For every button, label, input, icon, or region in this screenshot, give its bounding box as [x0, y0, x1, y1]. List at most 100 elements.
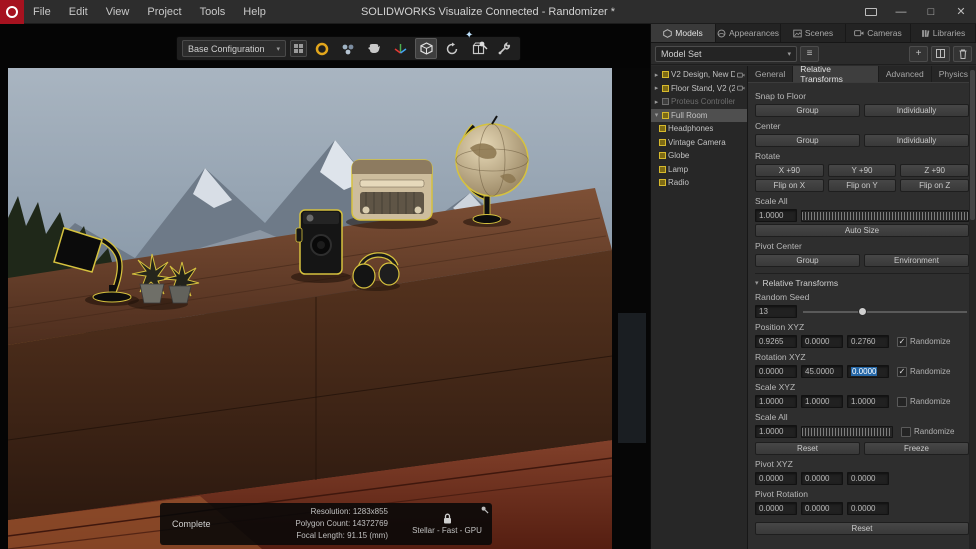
minimize-button[interactable]: —: [886, 0, 916, 24]
tab-cameras[interactable]: Cameras: [846, 24, 911, 42]
denoiser-button[interactable]: [337, 38, 359, 59]
collapse-arrow-icon[interactable]: ▾: [653, 111, 660, 119]
menu-view[interactable]: View: [97, 0, 139, 24]
pivot-environment-button[interactable]: Environment: [864, 254, 969, 267]
snap-group-button[interactable]: Group: [755, 104, 860, 117]
scale-z-input[interactable]: 1.0000: [847, 395, 889, 408]
relative-transforms-header[interactable]: ▾ Relative Transforms: [755, 278, 969, 288]
rotation-y-input[interactable]: 45.0000: [801, 365, 843, 378]
viewport[interactable]: Base Configuration ▾ ✦ Complete Resoluti…: [0, 24, 650, 549]
pivot-reset-button[interactable]: Reset: [755, 522, 969, 535]
scale-randomize-checkbox[interactable]: [897, 396, 907, 407]
position-y-input[interactable]: 0.0000: [801, 335, 843, 348]
random-seed-input[interactable]: 13: [755, 305, 797, 318]
pivot-rotation-z-input[interactable]: 0.0000: [847, 502, 889, 515]
menu-project[interactable]: Project: [138, 0, 190, 24]
position-z-input[interactable]: 0.2760: [847, 335, 889, 348]
pivot-z-input[interactable]: 0.0000: [847, 472, 889, 485]
model-set-menu-button[interactable]: ≡: [800, 45, 819, 62]
expand-arrow-icon[interactable]: ▸: [653, 98, 660, 106]
auto-size-button[interactable]: Auto Size: [755, 224, 969, 237]
scale-all-input[interactable]: 1.0000: [755, 209, 797, 222]
rotate-label: Rotate: [755, 151, 781, 161]
center-individually-button[interactable]: Individually: [864, 134, 969, 147]
slider-thumb[interactable]: [858, 306, 868, 316]
rotation-z-input[interactable]: 0.0000: [847, 365, 889, 378]
tree-item-proteus-controller[interactable]: ▸ Proteus Controller: [651, 95, 747, 109]
tree-item-label: Radio: [668, 178, 689, 188]
scale-all-2-slider[interactable]: [801, 425, 893, 438]
subtab-general[interactable]: General: [748, 66, 794, 82]
render-quality-button[interactable]: [311, 38, 333, 59]
flip-x-button[interactable]: Flip on X: [755, 179, 824, 192]
flip-y-button[interactable]: Flip on Y: [827, 179, 897, 192]
toolbar-pin-icon[interactable]: [478, 40, 488, 50]
tree-item-full-room[interactable]: ▾ Full Room: [651, 108, 747, 122]
scale-x-input[interactable]: 1.0000: [755, 395, 797, 408]
expand-arrow-icon[interactable]: ▸: [653, 84, 660, 92]
subtab-advanced[interactable]: Advanced: [879, 66, 932, 82]
maximize-button[interactable]: □: [916, 0, 946, 24]
tree-item-vintage-camera[interactable]: Vintage Camera: [651, 136, 747, 150]
menu-file[interactable]: File: [24, 0, 60, 24]
properties-scrollbar[interactable]: [969, 66, 976, 549]
axes-button[interactable]: [389, 38, 411, 59]
configuration-dropdown[interactable]: Base Configuration ▾: [182, 40, 286, 57]
rotate-z90-button[interactable]: Z +90: [900, 164, 970, 177]
menu-edit[interactable]: Edit: [60, 0, 97, 24]
tree-item-headphones[interactable]: Headphones: [651, 122, 747, 136]
tree-item-v2-design[interactable]: ▸ V2 Design, New D...: [651, 68, 747, 82]
randomizer-cube-button[interactable]: [415, 38, 437, 59]
tab-libraries[interactable]: Libraries: [911, 24, 976, 42]
reset-button[interactable]: Reset: [755, 442, 860, 455]
pivot-group-button[interactable]: Group: [755, 254, 860, 267]
expand-arrow-icon[interactable]: ▸: [653, 71, 660, 79]
freeze-button[interactable]: Freeze: [864, 442, 969, 455]
tree-item-globe[interactable]: Globe: [651, 149, 747, 163]
pivot-rotation-x-input[interactable]: 0.0000: [755, 502, 797, 515]
rotation-x-input[interactable]: 0.0000: [755, 365, 797, 378]
center-group-button[interactable]: Group: [755, 134, 860, 147]
random-seed-slider[interactable]: [801, 306, 969, 318]
tab-scenes[interactable]: Scenes: [781, 24, 846, 42]
tools-button[interactable]: [493, 38, 515, 59]
rotation-randomize-checkbox[interactable]: ✓: [897, 366, 907, 377]
display-settings-button[interactable]: [856, 0, 886, 24]
subtab-relative-transforms[interactable]: Relative Transforms: [793, 66, 879, 84]
menu-tools[interactable]: Tools: [191, 0, 235, 24]
scale-all-slider[interactable]: [801, 209, 969, 222]
position-randomize-checkbox[interactable]: ✓: [897, 336, 907, 347]
statusbar-pin-icon[interactable]: [480, 505, 489, 514]
position-x-input[interactable]: 0.9265: [755, 335, 797, 348]
scale-all-2-input[interactable]: 1.0000: [755, 425, 797, 438]
layout-button[interactable]: [931, 45, 950, 62]
render-button[interactable]: [363, 38, 385, 59]
pivot-rotation-y-input[interactable]: 0.0000: [801, 502, 843, 515]
close-button[interactable]: ✕: [946, 0, 976, 24]
rotate-x90-button[interactable]: X +90: [755, 164, 824, 177]
snap-to-floor-label: Snap to Floor: [755, 91, 807, 101]
tab-appearances[interactable]: Appearances: [716, 24, 781, 42]
tree-item-lamp[interactable]: Lamp: [651, 163, 747, 177]
turntable-button[interactable]: [441, 38, 463, 59]
model-cube-icon: [659, 152, 666, 160]
scale-y-input[interactable]: 1.0000: [801, 395, 843, 408]
scale-all-randomize-checkbox[interactable]: [901, 426, 911, 437]
snap-individually-button[interactable]: Individually: [864, 104, 969, 117]
pivot-x-input[interactable]: 0.0000: [755, 472, 797, 485]
pivot-y-input[interactable]: 0.0000: [801, 472, 843, 485]
scrollbar-thumb[interactable]: [970, 70, 975, 220]
viewport-canvas[interactable]: [0, 68, 650, 549]
add-model-button[interactable]: +: [909, 45, 928, 62]
flip-z-button[interactable]: Flip on Z: [900, 179, 970, 192]
configuration-label: Base Configuration: [188, 43, 265, 54]
tab-models[interactable]: Models: [651, 24, 716, 42]
tree-item-radio[interactable]: Radio: [651, 176, 747, 190]
rotate-y90-button[interactable]: Y +90: [827, 164, 897, 177]
menu-help[interactable]: Help: [234, 0, 275, 24]
configuration-grid-button[interactable]: [290, 40, 307, 57]
cameras-icon: [854, 30, 864, 37]
tree-item-floor-stand[interactable]: ▸ Floor Stand, V2 (2...: [651, 82, 747, 96]
delete-button[interactable]: [953, 45, 972, 62]
model-set-dropdown[interactable]: Model Set ▾: [655, 45, 797, 62]
